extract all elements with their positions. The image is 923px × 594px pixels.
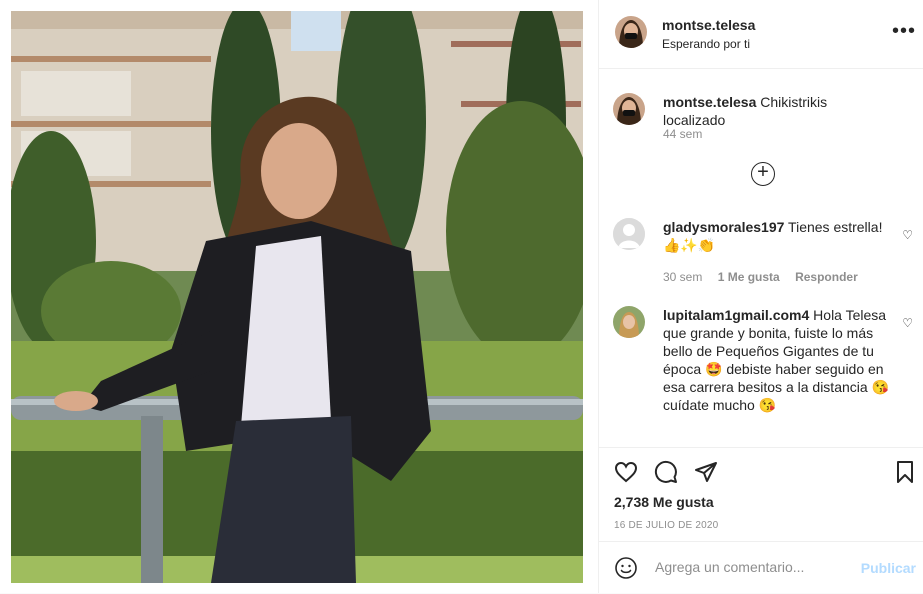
likes-count[interactable]: 2,738 Me gusta bbox=[614, 494, 714, 510]
comment-icon[interactable] bbox=[654, 460, 678, 484]
comments-section: montse.telesa Chikistrikis localizado 44… bbox=[599, 69, 923, 447]
comment-text-block: lupitalam1gmail.com4 Hola Telesa que gra… bbox=[663, 306, 891, 414]
post-side-panel: montse.telesa Esperando por ti ••• monts… bbox=[598, 0, 923, 593]
comment-avatar[interactable] bbox=[613, 306, 645, 338]
comment-meta: 30 sem 1 Me gusta Responder bbox=[663, 268, 870, 286]
comment-avatar[interactable] bbox=[613, 218, 645, 250]
avatar-image bbox=[613, 306, 645, 338]
more-horizontal-icon[interactable]: ••• bbox=[892, 20, 916, 43]
post-location[interactable]: Esperando por ti bbox=[662, 37, 750, 51]
comment-username[interactable]: lupitalam1gmail.com4 bbox=[663, 307, 809, 323]
comment-like-heart-icon[interactable]: ♡ bbox=[902, 314, 913, 332]
caption-avatar[interactable] bbox=[613, 93, 645, 125]
caption: montse.telesa Chikistrikis localizado 44… bbox=[613, 93, 913, 153]
comment: gladysmorales197 Tienes estrella! 👍✨👏 30… bbox=[613, 218, 913, 288]
plus-circle-icon[interactable]: + bbox=[751, 162, 775, 186]
smiley-icon[interactable] bbox=[614, 556, 638, 580]
caption-time[interactable]: 44 sem bbox=[663, 127, 702, 141]
bookmark-icon[interactable] bbox=[893, 460, 917, 484]
publish-button[interactable]: Publicar bbox=[861, 560, 916, 576]
avatar-image bbox=[613, 93, 645, 125]
author-username[interactable]: montse.telesa bbox=[662, 17, 755, 33]
author-avatar[interactable] bbox=[615, 16, 647, 48]
reply-button[interactable]: Responder bbox=[795, 270, 858, 284]
caption-meta: 44 sem bbox=[663, 125, 714, 143]
instagram-post: montse.telesa Esperando por ti ••• monts… bbox=[0, 0, 923, 593]
paper-plane-icon[interactable] bbox=[694, 460, 718, 484]
add-comment-input[interactable] bbox=[653, 558, 847, 576]
comment-like-heart-icon[interactable]: ♡ bbox=[902, 226, 913, 244]
add-comment-bar: Publicar bbox=[599, 541, 923, 594]
comment-username[interactable]: gladysmorales197 bbox=[663, 219, 784, 235]
comment-time[interactable]: 30 sem bbox=[663, 270, 702, 284]
comment-text-block: gladysmorales197 Tienes estrella! 👍✨👏 bbox=[663, 218, 891, 254]
post-date[interactable]: 16 DE JULIO DE 2020 bbox=[614, 520, 718, 531]
post-header: montse.telesa Esperando por ti ••• bbox=[599, 0, 923, 69]
caption-username[interactable]: montse.telesa bbox=[663, 94, 756, 110]
comment: lupitalam1gmail.com4 Hola Telesa que gra… bbox=[613, 306, 913, 436]
caption-text-block: montse.telesa Chikistrikis localizado bbox=[663, 93, 891, 129]
post-actions: 2,738 Me gusta 16 DE JULIO DE 2020 bbox=[599, 447, 923, 541]
default-avatar-icon bbox=[613, 218, 645, 250]
comment-likes[interactable]: 1 Me gusta bbox=[718, 270, 780, 284]
avatar-image bbox=[615, 16, 647, 48]
heart-icon[interactable] bbox=[614, 460, 638, 484]
post-photo[interactable] bbox=[11, 11, 583, 583]
photo-illustration bbox=[11, 11, 583, 583]
